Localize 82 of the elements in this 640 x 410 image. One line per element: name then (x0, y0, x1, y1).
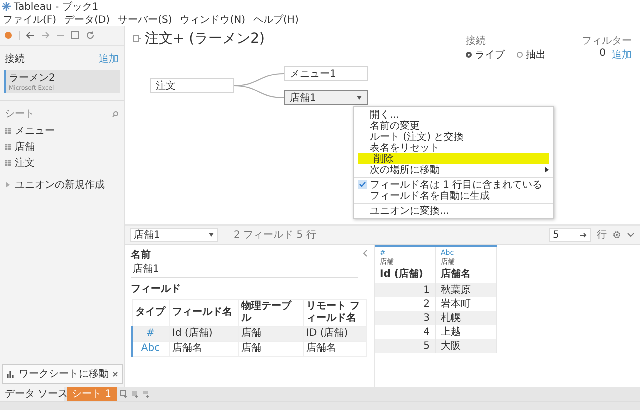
app-logo-icon (2, 2, 11, 11)
settings-icon[interactable] (613, 231, 621, 239)
sheet-item[interactable]: 注文 (0, 155, 124, 171)
type-label: # (132, 326, 169, 342)
table-cell: 店舗名 (169, 342, 238, 356)
menu-item[interactable]: 削除 (358, 153, 549, 164)
new-union-item[interactable]: ユニオンの新規作成 (0, 177, 124, 193)
add-filter-link[interactable]: 追加 (612, 48, 632, 62)
filter-label: フィルター (582, 35, 632, 48)
menu-item[interactable]: ファイル(F) (3, 12, 57, 26)
row-count-field[interactable]: 5 (549, 228, 591, 242)
menu-item[interactable]: データ(D) (64, 12, 110, 26)
table-dropdown[interactable]: 店舗1 (130, 228, 218, 242)
new-worksheet-icon[interactable] (120, 390, 128, 398)
submenu-arrow-icon (544, 166, 549, 172)
save-icon[interactable] (71, 31, 80, 40)
menu-item[interactable]: 名前の変更 (354, 120, 553, 131)
forward-icon[interactable] (41, 31, 50, 40)
connection-label: 接続 (466, 34, 487, 48)
arrow-right-icon[interactable] (580, 232, 587, 238)
menu-item[interactable]: ヘルプ(H) (254, 12, 299, 26)
window-title: Tableau - ブック1 (14, 0, 99, 14)
worksheet-tooltip[interactable]: ワークシートに移動 (2, 364, 123, 384)
connection-name: ラーメン2 (9, 72, 56, 85)
table-cell: 店舗 (238, 342, 303, 356)
name-field[interactable]: 店舗1 (131, 262, 358, 278)
menu-item[interactable]: ウィンドウ(N) (180, 12, 246, 26)
summary-text: 2 フィールド 5 行 (234, 229, 316, 242)
table-cell: 3 (375, 311, 436, 325)
back-icon[interactable] (26, 31, 35, 40)
table-icon (5, 128, 11, 134)
table-cell: 札幌 (436, 311, 496, 325)
collapse-icon[interactable] (363, 250, 368, 257)
connection-radio[interactable]: 抽出 (517, 48, 546, 62)
caret-icon (209, 233, 214, 237)
table-icon (5, 160, 11, 166)
table-cell: ID (店舗) (303, 326, 366, 342)
menu-item[interactable]: ルート (注文) と交換 (354, 131, 553, 142)
menu-item[interactable]: ユニオンに変換... (354, 203, 553, 216)
logo-icon[interactable] (4, 31, 13, 40)
table-cell: 5 (375, 339, 436, 353)
sheets-label: シート (5, 108, 35, 121)
table-cell: 大阪 (436, 339, 496, 353)
menu-item[interactable]: 次の場所に移動 (354, 164, 553, 175)
refresh-icon[interactable] (86, 31, 95, 40)
name-label: 名前 (131, 248, 151, 262)
data-source-title: 注文+ (ラーメン2) (145, 30, 266, 48)
chevron-down-icon[interactable] (627, 232, 635, 238)
new-story-icon[interactable] (142, 390, 150, 398)
fields-label: フィールド (131, 283, 181, 296)
sheet-item[interactable]: 店舗 (0, 139, 124, 155)
table-node[interactable]: メニュー1 (284, 66, 368, 81)
type-label: Abc (132, 342, 169, 356)
menu-item[interactable]: フィールド名を自動に生成 (354, 190, 553, 201)
join-line (234, 86, 284, 98)
menu-item[interactable]: フィールド名は 1 行目に含まれている (354, 177, 553, 190)
menu-item[interactable]: 表名をリセット (354, 142, 553, 153)
column-header[interactable]: タイプ (132, 300, 169, 326)
connection-radio[interactable]: ライブ (466, 48, 505, 62)
connections-label: 接続 (5, 52, 25, 66)
table-node[interactable]: 店舗1 (284, 90, 368, 105)
tooltip-text: ワークシートに移動 (19, 368, 109, 381)
table-cell: 秋葉原 (436, 283, 496, 297)
search-icon[interactable] (112, 110, 119, 118)
menu-item[interactable]: サーバー(S) (118, 12, 172, 26)
check-icon (358, 180, 366, 189)
close-icon[interactable] (113, 372, 118, 376)
table-cell: 店舗 (238, 326, 303, 342)
new-dashboard-icon[interactable] (130, 390, 139, 398)
table-cell: Id (店舗) (169, 326, 238, 342)
filter-count: 0 (600, 48, 606, 61)
table-icon (133, 35, 141, 43)
table-cell: 1 (375, 283, 436, 297)
table-icon (5, 144, 11, 150)
table-node[interactable]: 注文 (150, 78, 234, 93)
table-cell: 店舗名 (303, 342, 366, 356)
triangle-icon (5, 182, 11, 188)
menu-item[interactable]: 開く... (354, 109, 553, 120)
bar-chart-icon (7, 370, 15, 378)
sheet-item[interactable]: メニュー (0, 123, 124, 139)
rows-label: 行 (597, 229, 607, 242)
caret-icon[interactable] (357, 96, 362, 100)
